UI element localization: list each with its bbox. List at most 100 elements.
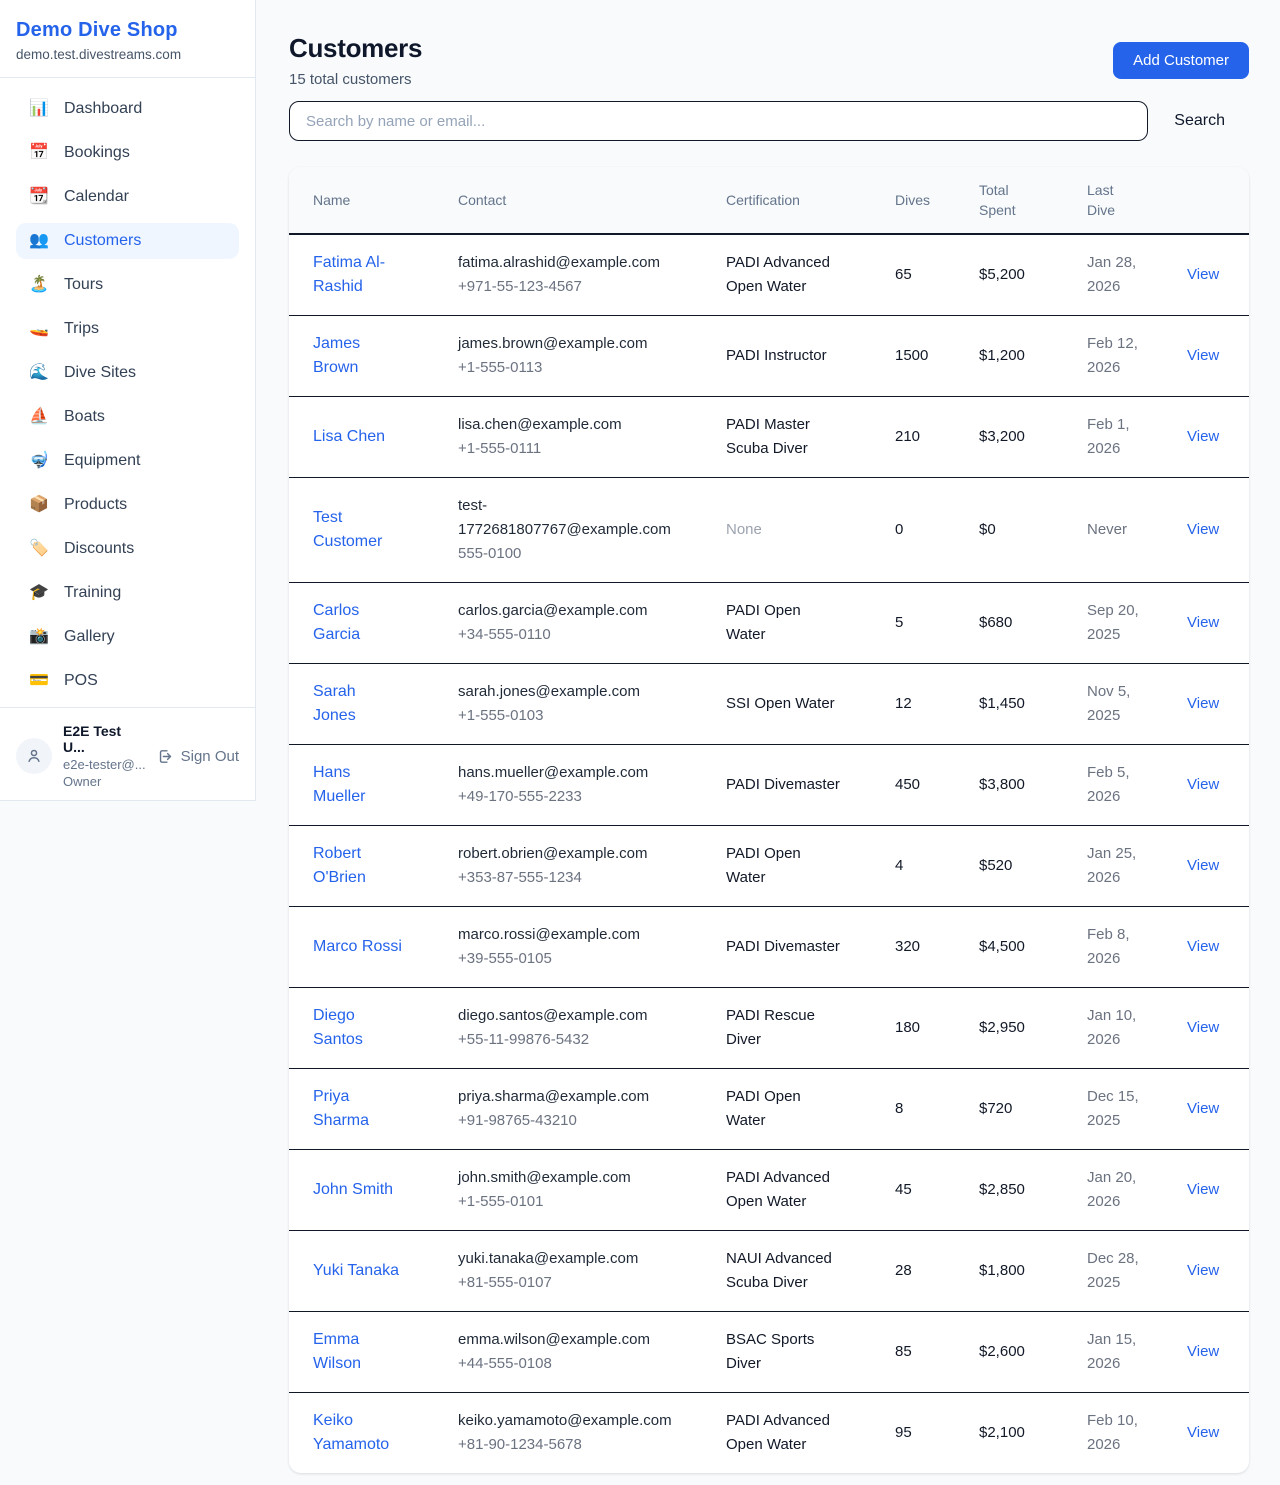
contact-cell: emma.wilson@example.com +44-555-0108 bbox=[458, 1312, 726, 1392]
customer-name-link[interactable]: Lisa Chen bbox=[313, 428, 385, 445]
user-role: Owner bbox=[63, 774, 146, 789]
dives-cell: 65 bbox=[895, 247, 979, 303]
last-dive-cell: Jan 15, 2026 bbox=[1087, 1312, 1187, 1392]
customer-name-link[interactable]: Hans Mueller bbox=[313, 764, 365, 805]
search-button[interactable]: Search bbox=[1148, 112, 1249, 130]
certification-cell: PADI Open Water bbox=[726, 826, 895, 906]
sidebar-item-trips[interactable]: 🚤 Trips bbox=[16, 311, 239, 347]
sidebar-item-discounts[interactable]: 🏷️ Discounts bbox=[16, 531, 239, 567]
sidebar-item-training[interactable]: 🎓 Training bbox=[16, 575, 239, 611]
sidebar-item-label: Gallery bbox=[64, 628, 115, 646]
sidebar-item-tours[interactable]: 🏝️ Tours bbox=[16, 267, 239, 303]
customer-name-link[interactable]: Yuki Tanaka bbox=[313, 1262, 399, 1279]
sidebar-item-bookings[interactable]: 📅 Bookings bbox=[16, 135, 239, 171]
sidebar: Demo Dive Shop demo.test.divestreams.com… bbox=[0, 0, 256, 801]
view-customer-link[interactable]: View bbox=[1187, 521, 1219, 538]
table-body: Fatima Al-Rashid fatima.alrashid@example… bbox=[289, 235, 1249, 1473]
page-title: Customers bbox=[289, 33, 422, 64]
contact-cell: diego.santos@example.com +55-11-99876-54… bbox=[458, 988, 726, 1068]
sidebar-item-label: Customers bbox=[64, 232, 141, 250]
view-customer-link[interactable]: View bbox=[1187, 695, 1219, 712]
customer-name-link[interactable]: James Brown bbox=[313, 335, 360, 376]
view-customer-link[interactable]: View bbox=[1187, 857, 1219, 874]
customer-phone: +34-555-0110 bbox=[458, 623, 686, 647]
sidebar-item-calendar[interactable]: 📆 Calendar bbox=[16, 179, 239, 215]
contact-cell: sarah.jones@example.com +1-555-0103 bbox=[458, 664, 726, 744]
view-customer-link[interactable]: View bbox=[1187, 1100, 1219, 1117]
shop-name: Demo Dive Shop bbox=[16, 19, 239, 42]
sign-out-label: Sign Out bbox=[181, 748, 239, 765]
view-customer-link[interactable]: View bbox=[1187, 1262, 1219, 1279]
customer-email: lisa.chen@example.com bbox=[458, 413, 686, 437]
customer-name-link[interactable]: Sarah Jones bbox=[313, 683, 356, 724]
total-spent-cell: $3,800 bbox=[979, 757, 1087, 813]
table-row: Robert O'Brien robert.obrien@example.com… bbox=[289, 826, 1249, 907]
customer-email: john.smith@example.com bbox=[458, 1166, 686, 1190]
customer-name-link[interactable]: Keiko Yamamoto bbox=[313, 1412, 389, 1453]
last-dive-cell: Jan 20, 2026 bbox=[1087, 1150, 1187, 1230]
view-customer-link[interactable]: View bbox=[1187, 266, 1219, 283]
view-customer-link[interactable]: View bbox=[1187, 347, 1219, 364]
contact-cell: carlos.garcia@example.com +34-555-0110 bbox=[458, 583, 726, 663]
customers-table-card: NameContactCertificationDivesTotal Spent… bbox=[289, 167, 1249, 1473]
view-customer-link[interactable]: View bbox=[1187, 1424, 1219, 1441]
customer-name-link[interactable]: Carlos Garcia bbox=[313, 602, 360, 643]
view-customer-link[interactable]: View bbox=[1187, 1343, 1219, 1360]
sidebar-item-label: Dashboard bbox=[64, 100, 142, 118]
sign-out-button[interactable]: Sign Out bbox=[157, 748, 239, 765]
certification-cell: PADI Open Water bbox=[726, 1069, 895, 1149]
last-dive-cell: Feb 1, 2026 bbox=[1087, 397, 1187, 477]
customer-email: robert.obrien@example.com bbox=[458, 842, 686, 866]
view-customer-link[interactable]: View bbox=[1187, 938, 1219, 955]
dives-cell: 28 bbox=[895, 1243, 979, 1299]
camera-flash-icon: 📸 bbox=[29, 629, 49, 645]
customer-name-link[interactable]: Diego Santos bbox=[313, 1007, 363, 1048]
sidebar-item-label: Bookings bbox=[64, 144, 130, 162]
customer-name-link[interactable]: Priya Sharma bbox=[313, 1088, 369, 1129]
sidebar-item-equipment[interactable]: 🤿 Equipment bbox=[16, 443, 239, 479]
column-header: Name bbox=[313, 167, 458, 233]
sidebar-item-boats[interactable]: ⛵ Boats bbox=[16, 399, 239, 435]
view-customer-link[interactable]: View bbox=[1187, 1019, 1219, 1036]
last-dive-cell: Nov 5, 2025 bbox=[1087, 664, 1187, 744]
sidebar-item-label: Calendar bbox=[64, 188, 129, 206]
sidebar-item-gallery[interactable]: 📸 Gallery bbox=[16, 619, 239, 655]
wave-icon: 🌊 bbox=[29, 365, 49, 381]
page-header-text: Customers 15 total customers bbox=[289, 33, 422, 88]
label-tag-icon: 🏷️ bbox=[29, 541, 49, 557]
search-input[interactable] bbox=[289, 101, 1148, 141]
customer-name-link[interactable]: Test Customer bbox=[313, 509, 382, 550]
table-row: John Smith john.smith@example.com +1-555… bbox=[289, 1150, 1249, 1231]
contact-cell: test-1772681807767@example.com 555-0100 bbox=[458, 478, 726, 582]
customer-name-link[interactable]: Robert O'Brien bbox=[313, 845, 366, 886]
customer-name-link[interactable]: Marco Rossi bbox=[313, 938, 402, 955]
sidebar-item-pos[interactable]: 💳 POS bbox=[16, 663, 239, 699]
table-row: Diego Santos diego.santos@example.com +5… bbox=[289, 988, 1249, 1069]
add-customer-button[interactable]: Add Customer bbox=[1113, 42, 1249, 79]
sidebar-item-label: Boats bbox=[64, 408, 105, 426]
certification-cell: SSI Open Water bbox=[726, 676, 895, 732]
dives-cell: 12 bbox=[895, 676, 979, 732]
column-header: Contact bbox=[458, 167, 726, 233]
last-dive-cell: Jan 10, 2026 bbox=[1087, 988, 1187, 1068]
sidebar-item-dashboard[interactable]: 📊 Dashboard bbox=[16, 91, 239, 127]
view-customer-link[interactable]: View bbox=[1187, 1181, 1219, 1198]
sidebar-item-label: Products bbox=[64, 496, 127, 514]
view-customer-link[interactable]: View bbox=[1187, 614, 1219, 631]
customer-phone: +39-555-0105 bbox=[458, 947, 686, 971]
person-icon bbox=[25, 747, 43, 765]
user-name: E2E Test U... bbox=[63, 723, 146, 755]
sidebar-item-label: Tours bbox=[64, 276, 103, 294]
view-customer-link[interactable]: View bbox=[1187, 776, 1219, 793]
view-customer-link[interactable]: View bbox=[1187, 428, 1219, 445]
sidebar-item-dive-sites[interactable]: 🌊 Dive Sites bbox=[16, 355, 239, 391]
customer-name-link[interactable]: Fatima Al-Rashid bbox=[313, 254, 385, 295]
sidebar-item-customers[interactable]: 👥 Customers bbox=[16, 223, 239, 259]
customer-name-link[interactable]: John Smith bbox=[313, 1181, 393, 1198]
customer-phone: 555-0100 bbox=[458, 542, 686, 566]
certification-cell: PADI Advanced Open Water bbox=[726, 1150, 895, 1230]
sidebar-item-products[interactable]: 📦 Products bbox=[16, 487, 239, 523]
customer-name-link[interactable]: Emma Wilson bbox=[313, 1331, 361, 1372]
customer-email: diego.santos@example.com bbox=[458, 1004, 686, 1028]
contact-cell: hans.mueller@example.com +49-170-555-223… bbox=[458, 745, 726, 825]
